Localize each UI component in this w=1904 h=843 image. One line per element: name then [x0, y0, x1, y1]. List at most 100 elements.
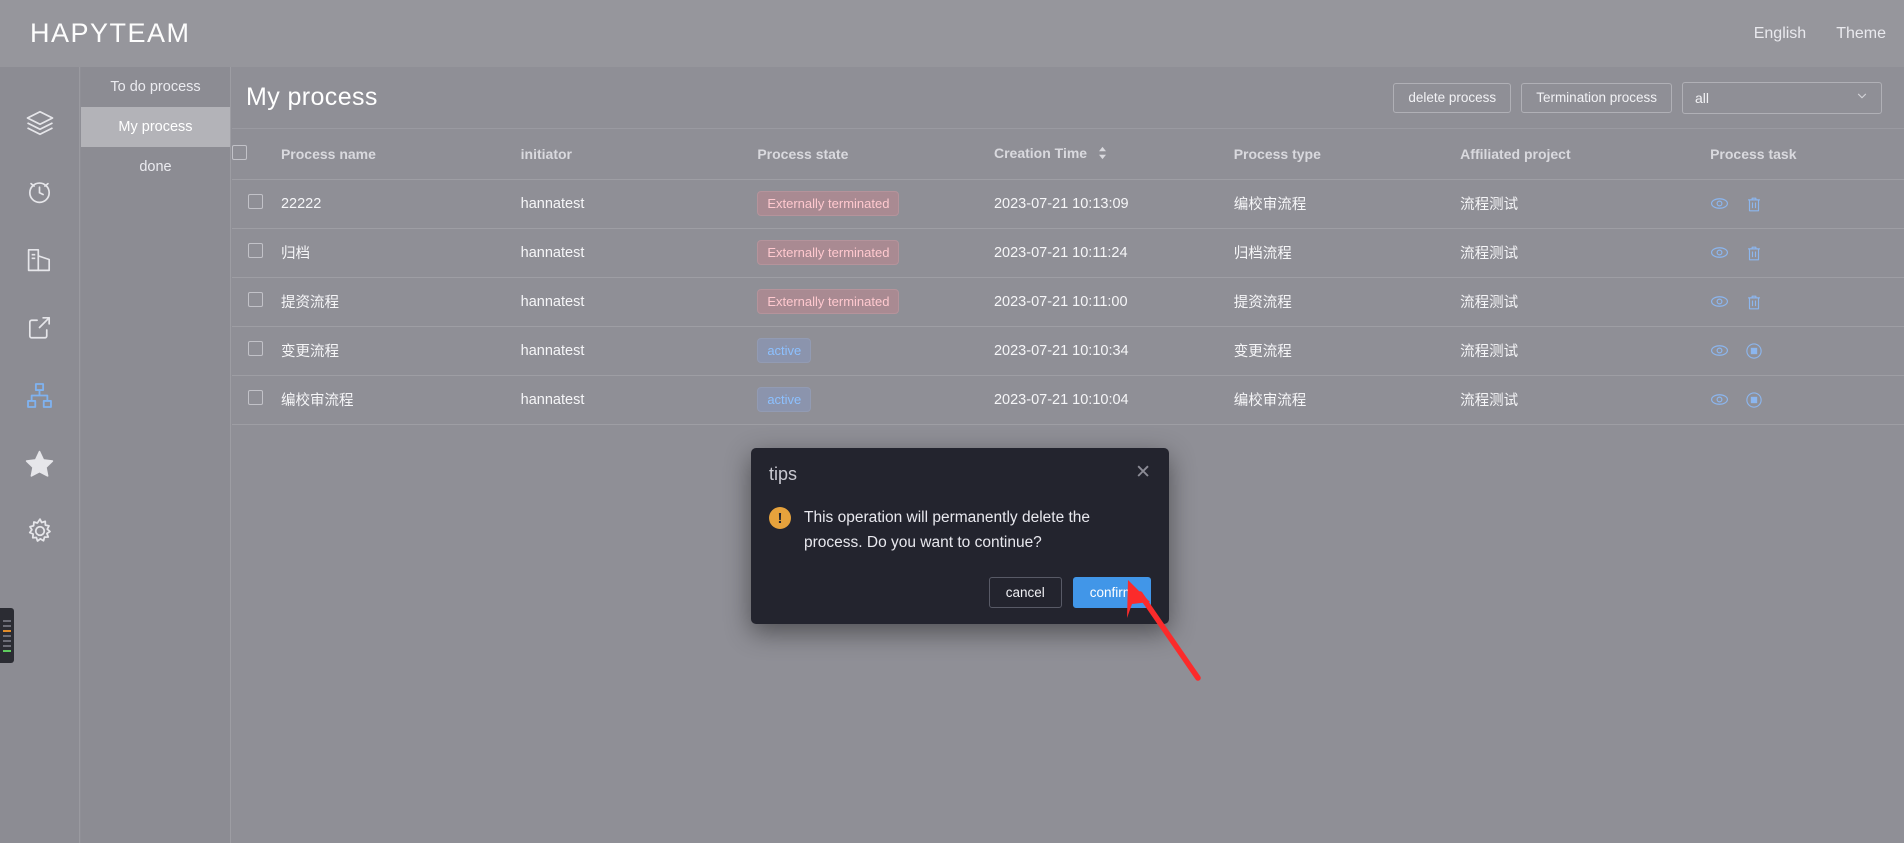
cell-process-state: Externally terminated — [757, 277, 994, 327]
close-icon[interactable]: ✕ — [1135, 463, 1151, 482]
star-icon — [24, 448, 55, 479]
row-select-cell — [232, 375, 281, 425]
cell-affiliated-project: 流程测试 — [1460, 179, 1711, 229]
cell-creation-time: 2023-07-21 10:11:00 — [993, 277, 1234, 327]
process-table: Process name initiator Process state Cre… — [232, 129, 1904, 425]
process-filter-select[interactable]: all — [1682, 81, 1882, 114]
view-icon[interactable] — [1710, 194, 1729, 213]
dialog-footer: cancel confirm — [769, 577, 1151, 608]
col-creation-time[interactable]: Creation Time — [993, 129, 1234, 180]
row-checkbox[interactable] — [248, 390, 263, 405]
view-icon[interactable] — [1710, 292, 1729, 311]
subnav-item-done[interactable]: done — [81, 147, 230, 187]
rail-item-sitemap[interactable] — [12, 361, 68, 429]
cell-affiliated-project: 流程测试 — [1460, 228, 1711, 278]
stop-icon[interactable] — [1745, 342, 1763, 360]
dialog-header: tips ✕ — [769, 463, 1151, 485]
status-badge: Externally terminated — [757, 289, 900, 314]
rail-item-favorites[interactable] — [12, 429, 68, 497]
cell-process-type: 编校审流程 — [1233, 375, 1461, 425]
page-title: My process — [246, 83, 378, 111]
delete-icon[interactable] — [1745, 244, 1763, 262]
row-checkbox[interactable] — [248, 243, 263, 258]
table-header-row: Process name initiator Process state Cre… — [232, 129, 1904, 180]
page-header-actions: delete process Termination process all — [1393, 81, 1882, 114]
cell-affiliated-project: 流程测试 — [1460, 277, 1711, 327]
cell-process-type: 变更流程 — [1233, 326, 1461, 376]
status-badge: active — [757, 338, 812, 363]
status-badge: Externally terminated — [757, 191, 900, 216]
layers-icon — [25, 108, 55, 138]
cell-process-name: 编校审流程 — [280, 375, 521, 425]
process-filter-value: all — [1695, 89, 1710, 106]
stop-icon[interactable] — [1745, 391, 1763, 409]
warning-icon: ! — [769, 507, 791, 529]
view-icon[interactable] — [1710, 341, 1729, 360]
app-root: HAPYTEAM English Theme To do process My … — [0, 0, 1904, 843]
delete-process-button[interactable]: delete process — [1393, 82, 1512, 113]
col-creation-time-label: Creation Time — [993, 144, 1088, 161]
table-row[interactable]: 变更流程 hannatest active 2023-07-21 10:10:3… — [232, 326, 1904, 376]
confirm-dialog: tips ✕ ! This operation will permanently… — [751, 448, 1169, 624]
cell-affiliated-project: 流程测试 — [1460, 326, 1711, 376]
subnav-item-todo[interactable]: To do process — [81, 67, 230, 107]
sort-icon[interactable] — [1097, 146, 1108, 163]
row-checkbox[interactable] — [248, 341, 263, 356]
handle-bar-warning — [3, 629, 11, 632]
dialog-body: ! This operation will permanently delete… — [769, 505, 1151, 555]
termination-process-button[interactable]: Termination process — [1521, 82, 1672, 113]
row-select-cell — [232, 179, 281, 229]
table-row[interactable]: 22222 hannatest Externally terminated 20… — [232, 179, 1904, 229]
cell-process-task — [1710, 375, 1904, 425]
view-icon[interactable] — [1710, 390, 1729, 409]
rail-item-layers[interactable] — [12, 89, 68, 157]
cell-process-name: 提资流程 — [280, 277, 521, 327]
handle-bar — [3, 619, 11, 622]
cell-creation-time: 2023-07-21 10:10:34 — [993, 326, 1234, 376]
rail-item-report[interactable] — [12, 225, 68, 293]
cell-process-state: active — [757, 326, 994, 376]
view-icon[interactable] — [1710, 243, 1729, 262]
debug-handle[interactable] — [0, 608, 14, 663]
col-process-type[interactable]: Process type — [1233, 129, 1461, 180]
top-bar-actions: English Theme — [1754, 25, 1886, 43]
row-select-cell — [232, 277, 281, 327]
cell-process-type: 归档流程 — [1233, 228, 1461, 278]
rail-item-share[interactable] — [12, 293, 68, 361]
cell-initiator: hannatest — [520, 326, 758, 376]
cell-process-type: 编校审流程 — [1233, 179, 1461, 229]
cell-affiliated-project: 流程测试 — [1460, 375, 1711, 425]
theme-link[interactable]: Theme — [1836, 25, 1886, 43]
col-process-name[interactable]: Process name — [280, 129, 521, 180]
table-row[interactable]: 编校审流程 hannatest active 2023-07-21 10:10:… — [232, 375, 1904, 425]
subnav-item-my-process[interactable]: My process — [81, 107, 230, 147]
rail-item-settings[interactable] — [12, 497, 68, 565]
row-checkbox[interactable] — [248, 292, 263, 307]
cell-process-state: Externally terminated — [757, 179, 994, 229]
status-badge: Externally terminated — [757, 240, 900, 265]
row-checkbox[interactable] — [248, 194, 263, 209]
table-header: Process name initiator Process state Cre… — [232, 129, 1904, 180]
select-all-checkbox[interactable] — [232, 144, 247, 160]
language-link[interactable]: English — [1754, 25, 1806, 43]
table-row[interactable]: 归档 hannatest Externally terminated 2023-… — [232, 228, 1904, 278]
col-initiator[interactable]: initiator — [520, 129, 758, 180]
delete-icon[interactable] — [1745, 293, 1763, 311]
chevron-down-icon — [1855, 89, 1869, 106]
handle-bar-ok — [3, 649, 11, 652]
row-select-cell — [232, 228, 281, 278]
col-process-state[interactable]: Process state — [757, 129, 994, 180]
cell-initiator: hannatest — [520, 179, 758, 229]
rail-item-alarm[interactable] — [12, 157, 68, 225]
table-row[interactable]: 提资流程 hannatest Externally terminated 202… — [232, 277, 1904, 327]
cell-process-task — [1710, 326, 1904, 376]
cancel-button[interactable]: cancel — [988, 577, 1062, 608]
alarm-clock-icon — [25, 177, 54, 206]
handle-bar — [3, 644, 11, 647]
delete-icon[interactable] — [1745, 195, 1763, 213]
cell-process-task — [1710, 228, 1904, 278]
confirm-button[interactable]: confirm — [1072, 577, 1151, 608]
col-affiliated-project[interactable]: Affiliated project — [1460, 129, 1711, 180]
col-process-task[interactable]: Process task — [1710, 129, 1904, 180]
handle-bar — [3, 639, 11, 642]
